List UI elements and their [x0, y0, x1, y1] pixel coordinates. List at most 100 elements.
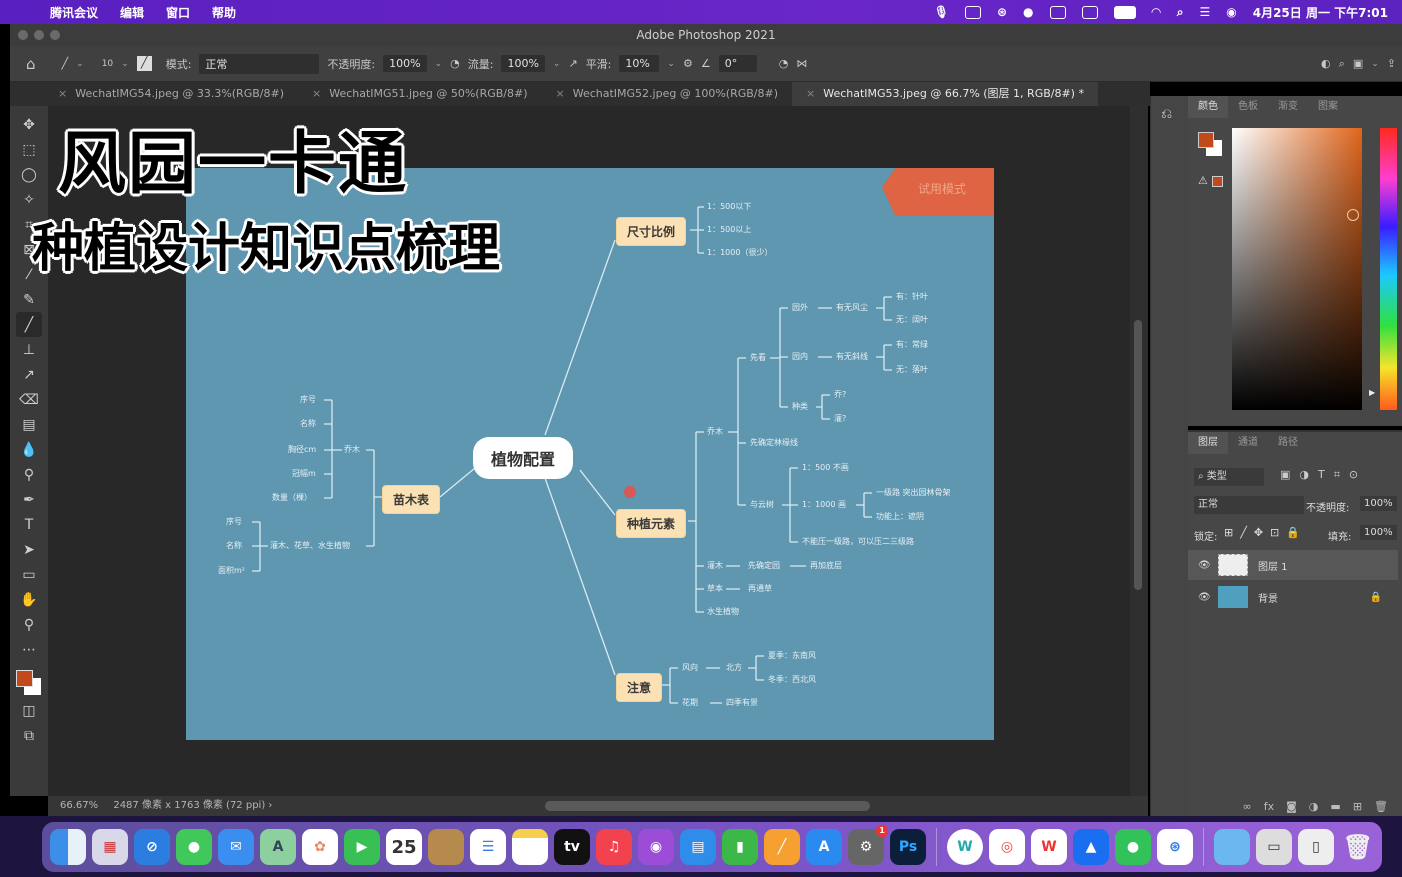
- leaf: 1：1000 画: [802, 500, 846, 509]
- new-group-icon[interactable]: ▬: [1330, 800, 1340, 813]
- safari-icon[interactable]: ⊘: [134, 829, 170, 865]
- pages-icon[interactable]: ╱: [764, 829, 800, 865]
- connector-nursery: [439, 467, 476, 498]
- line-outside-inside: [818, 307, 832, 358]
- tab-channels[interactable]: 通道: [1228, 432, 1268, 454]
- leaf: 先看: [750, 353, 766, 362]
- node-size: 尺寸比例: [616, 217, 687, 246]
- bracket-nursery: [366, 449, 382, 547]
- layer-name[interactable]: 图层 1: [1258, 558, 1288, 573]
- leaf: 不能压一级路，可以压二三级路: [802, 537, 914, 546]
- tab-paths[interactable]: 路径: [1268, 432, 1308, 454]
- recent-window-icon[interactable]: ▭: [1256, 829, 1292, 865]
- zoom-level[interactable]: 66.67%: [60, 800, 98, 811]
- leaf: 乔木: [344, 445, 360, 454]
- leaf: 先确定园: [748, 561, 780, 570]
- status-chevron-icon[interactable]: ›: [268, 800, 272, 811]
- bracket-arbor: [728, 357, 746, 506]
- bracket-wind: [748, 655, 764, 681]
- keynote-icon[interactable]: ▤: [680, 829, 716, 865]
- photoshop-icon[interactable]: Ps: [890, 829, 926, 865]
- saturation-brightness-picker[interactable]: [1232, 128, 1362, 410]
- gamut-swatch[interactable]: [1212, 176, 1223, 187]
- apple-tv-icon[interactable]: tv: [554, 829, 590, 865]
- link-layers-icon[interactable]: ∞: [1243, 800, 1252, 813]
- tab-swatches[interactable]: 色板: [1228, 96, 1268, 118]
- tab-color[interactable]: 颜色: [1188, 96, 1228, 118]
- eye-icon[interactable]: 👁: [1198, 560, 1218, 571]
- panel-foreground-swatch[interactable]: [1198, 132, 1214, 148]
- wechat-app-icon[interactable]: ●: [1115, 829, 1151, 865]
- hue-slider[interactable]: [1380, 128, 1397, 410]
- leaf: 胸径cm: [288, 445, 317, 454]
- layer-filter-select[interactable]: ⌕ 类型: [1194, 468, 1264, 486]
- leaf: 园内: [792, 352, 808, 361]
- dock-separator: [1203, 828, 1204, 866]
- wps-office-icon[interactable]: W: [1031, 829, 1067, 865]
- reminders-icon[interactable]: ☰: [470, 829, 506, 865]
- notes-icon[interactable]: [512, 829, 548, 865]
- system-preferences-icon[interactable]: ⚙ 1: [848, 825, 888, 865]
- maps-icon[interactable]: A: [260, 829, 296, 865]
- wemeet-icon[interactable]: W: [947, 829, 983, 865]
- gamut-warning-icon[interactable]: ⚠: [1198, 174, 1208, 187]
- tab-layers[interactable]: 图层: [1188, 432, 1228, 454]
- chrome-icon[interactable]: ◎: [989, 829, 1025, 865]
- fx-icon[interactable]: fx: [1264, 800, 1274, 813]
- music-icon[interactable]: ♫: [596, 829, 632, 865]
- eye-icon[interactable]: 👁: [1198, 592, 1218, 603]
- baidu-netdisk-app-icon[interactable]: ⊛: [1157, 829, 1193, 865]
- foreground-color[interactable]: [16, 670, 33, 687]
- layer-opacity-input[interactable]: 100%: [1360, 496, 1397, 511]
- photos-icon[interactable]: ✿: [302, 829, 338, 865]
- feishu-icon[interactable]: ▲: [1073, 829, 1109, 865]
- new-layer-icon[interactable]: ⊞: [1353, 800, 1362, 813]
- leaf: 灌?: [834, 414, 847, 423]
- leaf: 种类: [792, 402, 808, 411]
- layer-thumbnail: [1218, 554, 1248, 576]
- layer-filter-icons[interactable]: ▣◑T⌗⊙: [1280, 468, 1367, 482]
- add-mask-icon[interactable]: ◙: [1286, 800, 1297, 813]
- node-notes: 注意: [616, 673, 663, 702]
- tab-patterns[interactable]: 图案: [1308, 96, 1348, 118]
- vertical-scroll-thumb[interactable]: [1134, 320, 1142, 590]
- blend-mode-select[interactable]: 正常: [1194, 496, 1304, 514]
- layer-row[interactable]: 👁 背景 🔒: [1188, 582, 1398, 612]
- adjustment-layer-icon[interactable]: ◑: [1309, 800, 1319, 813]
- connector-notes: [544, 477, 616, 676]
- leaf: 冬季：西北风: [768, 675, 816, 684]
- history-panel-icon[interactable]: ⎌: [1161, 106, 1172, 122]
- overlay-title: 风园一卡通: [58, 125, 409, 204]
- tab-gradients[interactable]: 渐变: [1268, 96, 1308, 118]
- leaf: 北方: [726, 663, 742, 672]
- messages-icon[interactable]: ●: [176, 829, 212, 865]
- launchpad-icon[interactable]: ▦: [92, 829, 128, 865]
- color-picker-handle[interactable]: [1347, 209, 1359, 221]
- bracket-nursery-arbor: [324, 399, 342, 499]
- trash-icon[interactable]: 🗑: [1374, 800, 1388, 813]
- downloads-folder-icon[interactable]: [1214, 829, 1250, 865]
- recent-document-icon[interactable]: ▯: [1298, 829, 1334, 865]
- finder-icon[interactable]: [50, 829, 86, 865]
- bracket-first-look: [770, 307, 788, 408]
- horizontal-scroll-thumb[interactable]: [545, 801, 870, 811]
- layer-row[interactable]: 👁 图层 1: [1188, 550, 1398, 580]
- contacts-icon[interactable]: [428, 829, 464, 865]
- lock-icons[interactable]: ⊞╱✥⊡🔒: [1224, 526, 1307, 539]
- leaf: 夏季：东南风: [768, 651, 816, 660]
- fill-input[interactable]: 100%: [1360, 525, 1397, 540]
- bracket-p2: [856, 492, 872, 518]
- mail-icon[interactable]: ✉: [218, 829, 254, 865]
- app-store-icon[interactable]: A: [806, 829, 842, 865]
- bracket-size: [690, 206, 704, 254]
- hue-slider-handle[interactable]: ▶: [1369, 388, 1375, 397]
- facetime-icon[interactable]: ▶: [344, 829, 380, 865]
- leaf: 1：1000（很少）: [707, 248, 773, 257]
- layer-name[interactable]: 背景: [1258, 590, 1370, 605]
- numbers-icon[interactable]: ▮: [722, 829, 758, 865]
- podcasts-icon[interactable]: ◉: [638, 829, 674, 865]
- trash-dock-icon[interactable]: 🗑: [1340, 829, 1376, 865]
- mindmap-root: 植物配置: [473, 437, 574, 479]
- calendar-icon[interactable]: 25: [386, 829, 422, 865]
- lock-icon[interactable]: 🔒: [1370, 592, 1382, 603]
